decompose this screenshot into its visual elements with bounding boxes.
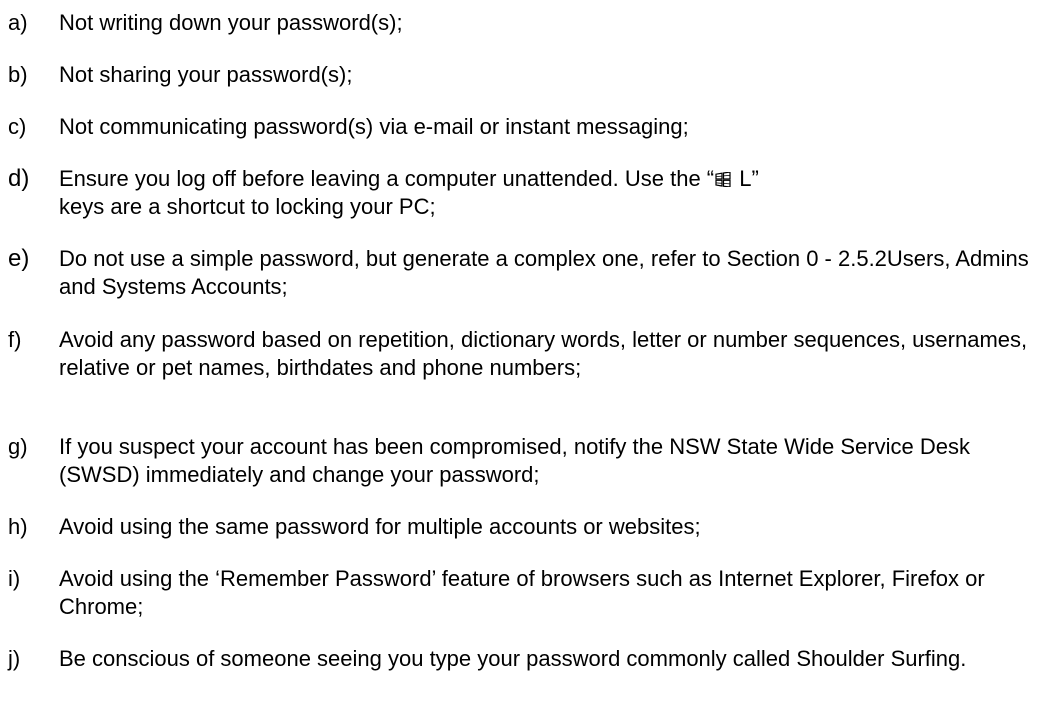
list-marker: a)	[8, 10, 28, 35]
list-marker: f)	[8, 327, 22, 352]
list-item-text: If you suspect your account has been com…	[59, 434, 970, 487]
list-marker: i)	[8, 566, 21, 591]
list-item-text: Ensure you log off before leaving a comp…	[59, 165, 1049, 221]
list-marker: d)	[8, 165, 30, 192]
list-item-text: Do not use a simple password, but genera…	[59, 246, 1029, 299]
list-item-text: Not sharing your password(s);	[59, 62, 353, 87]
windows-key-icon	[715, 172, 731, 187]
list-item-text: Be conscious of someone seeing you type …	[59, 646, 967, 671]
list-marker: e)	[8, 245, 30, 272]
list-marker: g)	[8, 434, 28, 459]
list-item-text-part: Ensure you log off before leaving a comp…	[59, 166, 715, 191]
list-marker: b)	[8, 62, 28, 87]
list-item-text: Avoid using the same password for multip…	[59, 514, 701, 539]
list-item-text: Avoid any password based on repetition, …	[59, 327, 1028, 380]
list-item-text: Not writing down your password(s);	[59, 10, 403, 35]
list-item-text: Not communicating password(s) via e-mail…	[59, 114, 689, 139]
list-item-text-part: L”	[733, 166, 759, 191]
list-item-text: Avoid using the ‘Remember Password’ feat…	[59, 566, 985, 619]
list-item-text-line2: keys are a shortcut to locking your PC;	[59, 194, 436, 219]
list-marker: j)	[8, 646, 21, 671]
list-marker: h)	[8, 514, 28, 539]
list-marker: c)	[8, 114, 27, 139]
